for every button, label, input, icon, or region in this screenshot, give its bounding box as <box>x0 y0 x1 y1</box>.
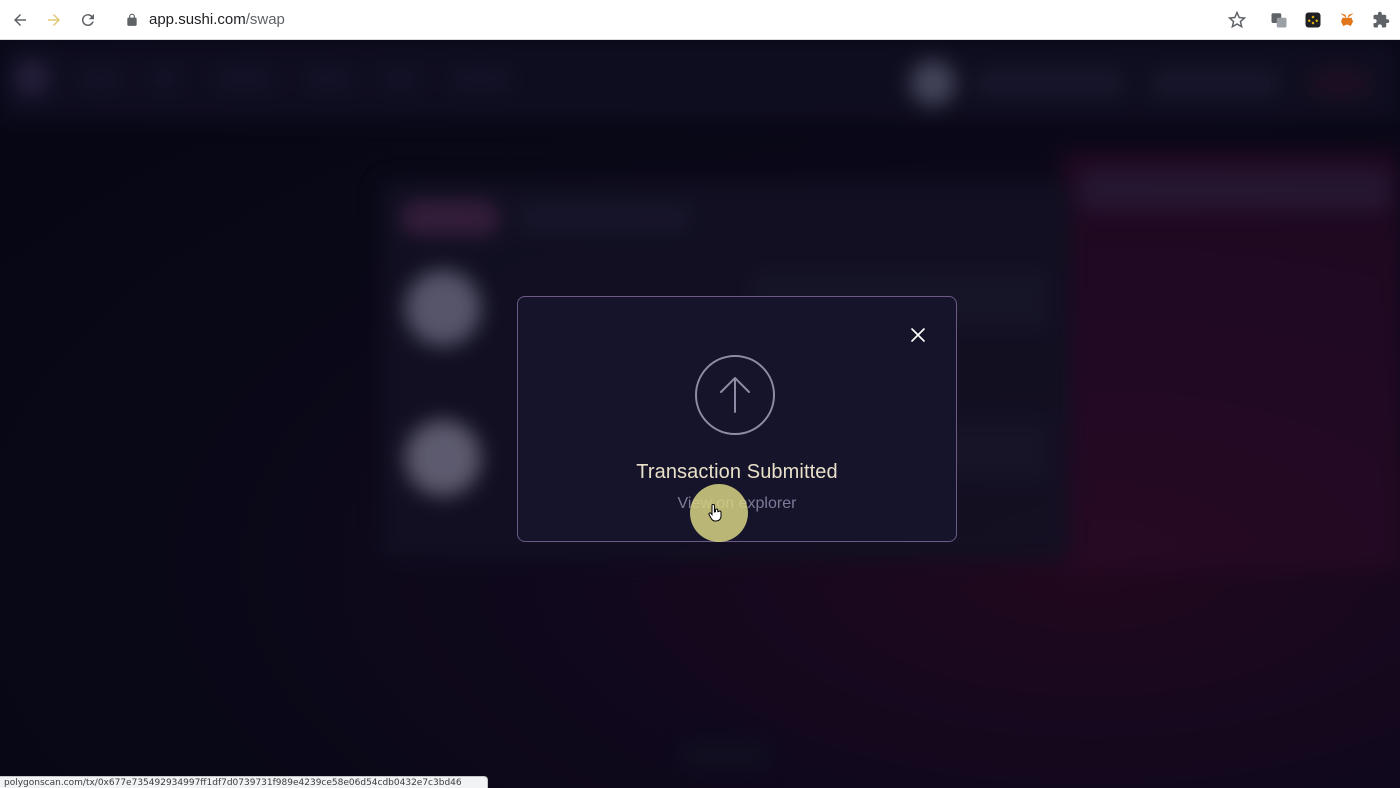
bookmark-button[interactable] <box>1220 3 1254 37</box>
binance-icon <box>1305 12 1321 28</box>
address-bar[interactable]: app.sushi.com/swap <box>125 11 285 28</box>
close-icon <box>911 328 925 342</box>
arrow-left-icon <box>14 13 26 26</box>
reload-icon <box>81 13 94 26</box>
arrow-right-icon <box>48 13 60 26</box>
back-button[interactable] <box>3 3 37 37</box>
translate-icon <box>1271 13 1287 28</box>
extensions-button[interactable] <box>1364 3 1398 37</box>
forward-button[interactable] <box>37 3 71 37</box>
url-path: /swap <box>245 11 285 28</box>
lock-icon <box>127 13 137 26</box>
fox-icon <box>1340 13 1354 26</box>
reload-button[interactable] <box>71 3 105 37</box>
hand-cursor-icon <box>708 504 722 522</box>
arrow-up-circle-icon <box>695 355 775 435</box>
translate-extension[interactable] <box>1262 3 1296 37</box>
status-bar-url: polygonscan.com/tx/0x677e735492934997ff1… <box>0 776 488 788</box>
modal-title: Transaction Submitted <box>636 461 838 483</box>
close-button[interactable] <box>906 323 930 347</box>
app-page: Transaction Submitted View on explorer <box>0 40 1400 788</box>
metamask-extension[interactable] <box>1330 3 1364 37</box>
star-icon <box>1228 11 1246 29</box>
puzzle-icon <box>1373 11 1390 28</box>
binance-extension[interactable] <box>1296 3 1330 37</box>
url-host: app.sushi.com <box>149 11 246 28</box>
browser-toolbar: app.sushi.com/swap <box>0 0 1400 40</box>
